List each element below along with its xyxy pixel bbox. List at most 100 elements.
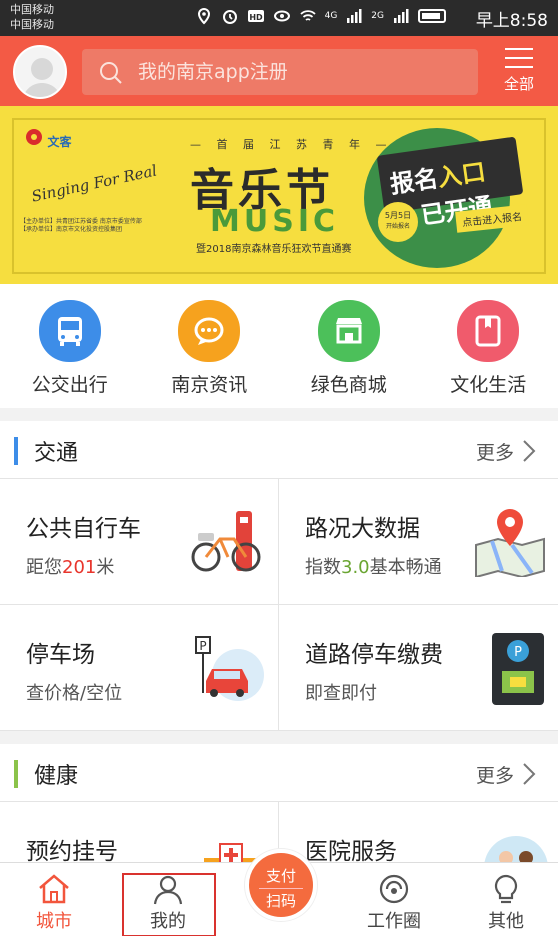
- card-sub-parking: 查价格/空位: [26, 683, 123, 704]
- network-4g-label: 4G: [324, 11, 338, 21]
- card-parking-lot[interactable]: 停车场 查价格/空位 P: [0, 605, 279, 731]
- traffic-index-value: 3.0: [341, 557, 370, 578]
- search-icon: [100, 62, 122, 84]
- all-menu-button[interactable]: 全部: [494, 44, 544, 100]
- all-menu-label: 全部: [503, 75, 534, 93]
- status-icons: HD 4G 2G: [195, 7, 446, 25]
- health-accent-bar: [14, 760, 18, 788]
- status-bar: 中国移动 中国移动 HD 4G 2G 早上8:58: [0, 0, 558, 36]
- pay-label: 支付: [265, 867, 296, 885]
- banner-music: MUSIC: [210, 204, 339, 239]
- health-title: 健康: [34, 764, 79, 789]
- battery-icon: [418, 9, 446, 23]
- banner-series: — 首 届 江 苏 青 年 —: [190, 138, 393, 151]
- traffic-index-suffix: 基本畅通: [369, 557, 442, 578]
- bus-icon: [38, 300, 101, 362]
- nav-city[interactable]: 城市: [4, 863, 104, 936]
- app-header: 我的南京app注册 全部: [0, 36, 558, 106]
- banner-date-note: 开始报名: [385, 223, 410, 230]
- eye-icon: [273, 10, 290, 22]
- health-section-header: 健康 更多: [0, 744, 558, 802]
- parking-car-icon: P: [195, 636, 264, 701]
- alarm-icon: [222, 10, 237, 24]
- card-title-traffic: 路况大数据: [305, 516, 420, 542]
- signal-icon-2: [394, 9, 409, 23]
- nav-city-label: 城市: [36, 911, 72, 932]
- banner-date-badge: 5月5日 开始报名: [378, 202, 418, 242]
- banner-logo-text: 文客: [47, 135, 72, 149]
- menu-icon: [505, 48, 533, 68]
- status-time: 早上8:58: [475, 11, 548, 31]
- quick-label-news: 南京资讯: [171, 374, 248, 396]
- bike-distance-prefix: 距您: [26, 557, 62, 578]
- carrier-label-1: 中国移动: [10, 3, 54, 16]
- bike-distance-suffix: 米: [96, 557, 115, 578]
- map-pin-icon: [475, 509, 545, 577]
- home-icon: [39, 874, 69, 904]
- scan-label: 扫码: [259, 888, 303, 911]
- badge-highlight: 入口: [435, 157, 488, 193]
- chevron-right-icon[interactable]: [522, 439, 536, 463]
- parking-meter-icon: P: [492, 633, 544, 705]
- card-public-bike[interactable]: 公共自行车 距您201米: [0, 479, 279, 605]
- card-title-appointment: 预约挂号: [26, 839, 118, 865]
- search-box[interactable]: 我的南京app注册: [82, 49, 478, 95]
- quick-item-news[interactable]: 南京资讯: [140, 284, 280, 408]
- card-sub-traffic: 指数3.0基本畅通: [305, 553, 442, 579]
- network-2g-label: 2G: [371, 11, 384, 21]
- shop-icon: [317, 300, 380, 362]
- traffic-index-prefix: 指数: [305, 557, 341, 578]
- quick-label-shop: 绿色商城: [310, 374, 387, 396]
- location-icon: [197, 7, 210, 25]
- card-sub-road-parking: 即查即付: [305, 683, 377, 704]
- card-title-hospital: 医院服务: [305, 839, 397, 865]
- svg-text:P: P: [199, 639, 206, 653]
- book-icon: [457, 300, 520, 362]
- nav-work-label: 工作圈: [367, 911, 421, 932]
- bottom-nav: 城市 我的 支付 扫码 工作圈 其他: [0, 849, 558, 936]
- promo-banner[interactable]: 文客 Singing For Real 【主办单位】共青团江苏省委 南京市委宣传…: [0, 106, 558, 284]
- health-more-link[interactable]: 更多: [476, 761, 514, 788]
- quick-item-culture[interactable]: 文化生活: [419, 284, 558, 408]
- league-emblem-icon: [26, 129, 42, 145]
- quick-label-culture: 文化生活: [450, 374, 527, 396]
- person-icon: [153, 875, 183, 905]
- banner-fine-print: 【主办单位】共青团江苏省委 南京市委宣传部 【承办单位】南京市文化投资控股集团: [20, 218, 142, 233]
- nav-other-label: 其他: [488, 911, 524, 932]
- wifi-icon: [299, 10, 316, 21]
- user-silhouette-icon: [23, 58, 61, 97]
- signal-icon: [347, 9, 362, 23]
- quick-item-bus[interactable]: 公交出行: [0, 284, 140, 408]
- quick-services: 公交出行 南京资讯 绿色商城 文化生活: [0, 284, 558, 408]
- traffic-title: 交通: [34, 441, 79, 466]
- nav-other[interactable]: 其他: [456, 863, 556, 936]
- nav-mine[interactable]: 我的: [118, 863, 218, 936]
- pay-scan-button[interactable]: 支付 扫码: [245, 849, 317, 921]
- card-sub-bike: 距您201米: [26, 553, 114, 579]
- badge-line1: 报名: [388, 164, 440, 199]
- traffic-section-header: 交通 更多: [0, 421, 558, 479]
- card-traffic-data[interactable]: 路况大数据 指数3.0基本畅通: [279, 479, 558, 605]
- svg-text:P: P: [514, 645, 522, 660]
- card-road-parking-fee[interactable]: 道路停车缴费 即查即付 P: [279, 605, 558, 731]
- quick-label-bus: 公交出行: [31, 374, 108, 396]
- avatar[interactable]: [13, 45, 67, 99]
- traffic-accent-bar: [14, 437, 18, 465]
- work-circle-icon: [379, 874, 409, 904]
- nav-mine-label: 我的: [150, 911, 186, 932]
- banner-logos: 文客: [24, 128, 72, 150]
- bicycle-icon: [191, 511, 261, 572]
- banner-date: 5月5日: [384, 211, 412, 220]
- search-input[interactable]: 我的南京app注册: [138, 49, 288, 95]
- hd-icon: HD: [247, 10, 264, 22]
- nav-work-circle[interactable]: 工作圈: [344, 863, 444, 936]
- carrier-label-2: 中国移动: [10, 18, 54, 31]
- svg-text:HD: HD: [249, 13, 263, 22]
- traffic-more-link[interactable]: 更多: [476, 438, 514, 465]
- bike-distance-value: 201: [62, 557, 97, 578]
- chat-icon: [178, 300, 241, 362]
- lightbulb-icon: [494, 874, 518, 904]
- quick-item-shop[interactable]: 绿色商城: [279, 284, 419, 408]
- banner-tagline: 暨2018南京森林音乐狂欢节直通赛: [196, 244, 352, 255]
- chevron-right-icon[interactable]: [522, 762, 536, 786]
